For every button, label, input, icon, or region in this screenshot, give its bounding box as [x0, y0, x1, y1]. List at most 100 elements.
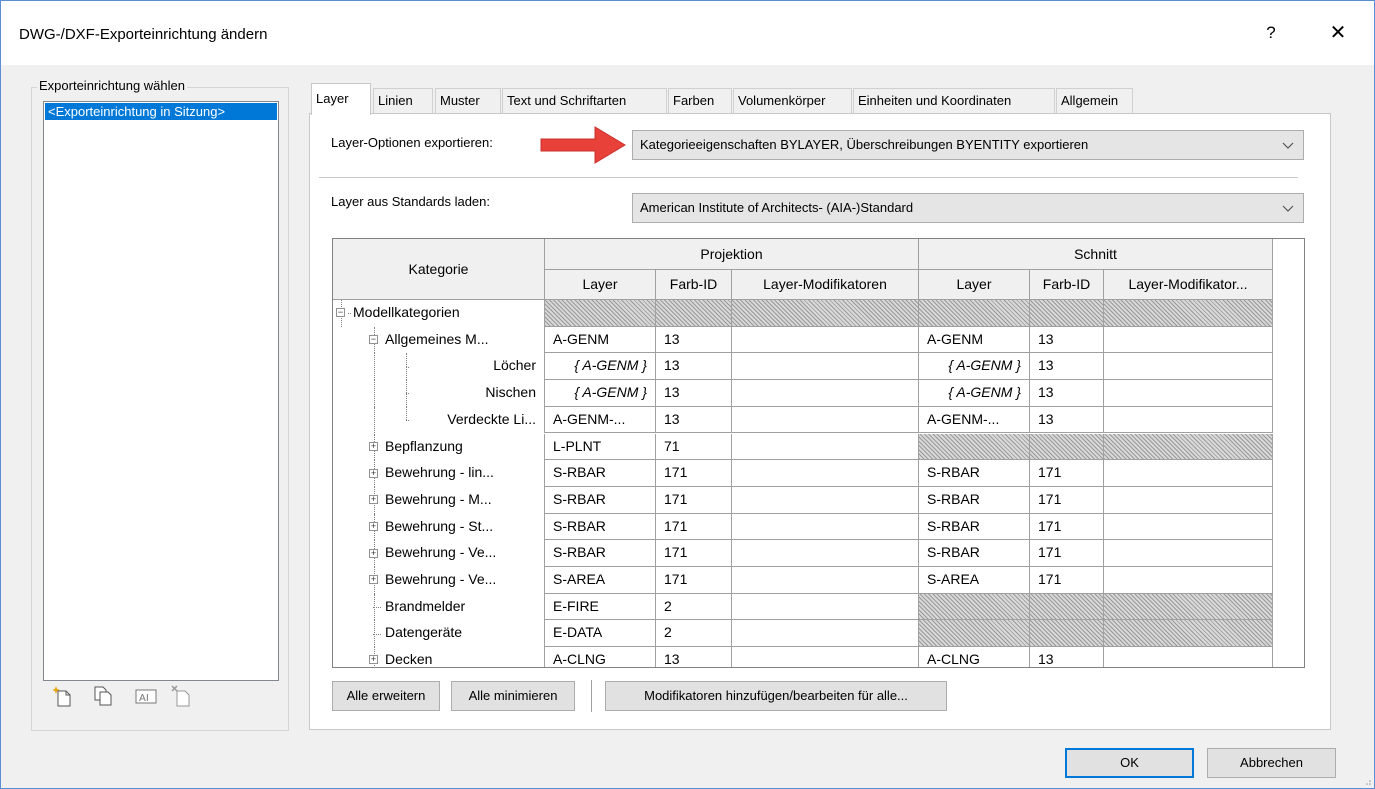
category-cell[interactable]: Bepflanzung: [333, 433, 545, 461]
table-row[interactable]: + Bewehrung - Ve... S-RBAR 171 S-RBAR 171: [333, 540, 1273, 567]
grid-cell[interactable]: [732, 460, 919, 487]
grid-cell[interactable]: [656, 300, 732, 327]
category-cell[interactable]: Decken: [333, 647, 545, 667]
grid-cell[interactable]: [1104, 567, 1273, 594]
grid-cell[interactable]: L-PLNT: [545, 433, 656, 461]
resize-grip-icon[interactable]: [1362, 776, 1372, 786]
new-setup-icon[interactable]: [52, 685, 73, 707]
grid-cell[interactable]: A-GENM: [919, 326, 1030, 354]
grid-cell[interactable]: 13: [1030, 647, 1104, 667]
grid-cell[interactable]: [1030, 300, 1104, 327]
category-cell[interactable]: Bewehrung - St...: [333, 513, 545, 541]
cancel-button[interactable]: Abbrechen: [1207, 748, 1336, 778]
grid-cell[interactable]: [732, 353, 919, 381]
grid-cell[interactable]: [732, 540, 919, 567]
table-row[interactable]: + Bewehrung - Ve... S-AREA 171 S-AREA 171: [333, 567, 1273, 594]
grid-cell[interactable]: [1104, 486, 1273, 514]
grid-cell[interactable]: [1104, 647, 1273, 667]
grid-cell[interactable]: A-CLNG: [545, 647, 656, 667]
table-row[interactable]: Datengeräte E-DATA 2: [333, 620, 1273, 648]
grid-cell[interactable]: 171: [656, 486, 732, 514]
grid-cell[interactable]: 13: [1030, 406, 1104, 434]
ok-button[interactable]: OK: [1065, 748, 1194, 778]
grid-cell[interactable]: 13: [1030, 326, 1104, 354]
grid-cell[interactable]: [545, 300, 656, 327]
grid-cell[interactable]: S-RBAR: [919, 540, 1030, 567]
grid-cell[interactable]: [1030, 620, 1104, 648]
grid-cell[interactable]: [1104, 353, 1273, 381]
delete-setup-icon[interactable]: [171, 685, 191, 707]
category-cell[interactable]: Modellkategorien: [333, 300, 545, 327]
layer-mapping-grid[interactable]: Kategorie Projektion Schnitt Layer Farb-…: [332, 238, 1305, 668]
tab-farben[interactable]: Farben: [668, 88, 732, 113]
grid-cell[interactable]: S-RBAR: [919, 460, 1030, 487]
grid-cell[interactable]: 171: [1030, 540, 1104, 567]
table-row[interactable]: Nischen { A-GENM } 13 { A-GENM } 13: [333, 380, 1273, 407]
grid-cell[interactable]: [732, 300, 919, 327]
grid-cell[interactable]: [1030, 593, 1104, 621]
expand-all-button[interactable]: Alle erweitern: [332, 681, 440, 711]
grid-cell[interactable]: [1104, 593, 1273, 621]
grid-cell[interactable]: S-RBAR: [545, 540, 656, 567]
grid-cell[interactable]: [919, 620, 1030, 648]
grid-cell[interactable]: 2: [656, 620, 732, 648]
grid-cell[interactable]: 13: [656, 647, 732, 667]
table-row[interactable]: + Bewehrung - M... S-RBAR 171 S-RBAR 171: [333, 486, 1273, 514]
header-proj-modifikatoren[interactable]: Layer-Modifikatoren: [732, 270, 919, 300]
category-cell[interactable]: Löcher: [333, 353, 545, 381]
grid-cell[interactable]: E-DATA: [545, 620, 656, 648]
category-cell[interactable]: Brandmelder: [333, 593, 545, 621]
grid-cell[interactable]: S-RBAR: [545, 513, 656, 541]
tab-muster[interactable]: Muster: [435, 88, 501, 113]
help-button[interactable]: ?: [1259, 19, 1283, 47]
tab-linien[interactable]: Linien: [373, 88, 433, 113]
grid-cell[interactable]: 13: [656, 353, 732, 381]
table-row[interactable]: Verdeckte Li... A-GENM-... 13 A-GENM-... 13: [333, 406, 1273, 434]
table-row[interactable]: + Decken A-CLNG 13 A-CLNG 13: [333, 647, 1273, 667]
grid-cell[interactable]: [1104, 380, 1273, 407]
layer-options-dropdown[interactable]: Kategorieeigenschaften BYLAYER, Überschr…: [632, 130, 1304, 160]
category-cell[interactable]: Nischen: [333, 380, 545, 407]
grid-cell[interactable]: 171: [1030, 460, 1104, 487]
grid-cell[interactable]: [1104, 513, 1273, 541]
grid-cell[interactable]: 13: [1030, 380, 1104, 407]
grid-cell[interactable]: A-GENM: [545, 326, 656, 354]
tab-volumenkoerper[interactable]: Volumenkörper: [733, 88, 852, 113]
table-row[interactable]: − Allgemeines M... A-GENM 13 A-GENM 13: [333, 326, 1273, 354]
category-cell[interactable]: Bewehrung - lin...: [333, 460, 545, 487]
grid-cell[interactable]: [732, 567, 919, 594]
grid-cell[interactable]: 171: [1030, 513, 1104, 541]
header-cut-farbid[interactable]: Farb-ID: [1030, 270, 1104, 300]
grid-cell[interactable]: 71: [656, 433, 732, 461]
grid-cell[interactable]: 13: [1030, 353, 1104, 381]
rename-setup-icon[interactable]: AI: [135, 685, 157, 707]
grid-cell[interactable]: [1104, 540, 1273, 567]
table-row[interactable]: + Bepflanzung L-PLNT 71: [333, 433, 1273, 461]
grid-cell[interactable]: [732, 433, 919, 461]
grid-cell[interactable]: [732, 380, 919, 407]
grid-cell[interactable]: [732, 513, 919, 541]
tab-layer[interactable]: Layer: [311, 83, 371, 115]
grid-cell[interactable]: { A-GENM }: [919, 353, 1030, 381]
setup-list[interactable]: <Exporteinrichtung in Sitzung>: [43, 101, 279, 681]
grid-cell[interactable]: { A-GENM }: [919, 380, 1030, 407]
grid-cell[interactable]: 13: [656, 406, 732, 434]
grid-cell[interactable]: [732, 620, 919, 648]
grid-cell[interactable]: S-RBAR: [919, 486, 1030, 514]
grid-cell[interactable]: [1104, 620, 1273, 648]
duplicate-setup-icon[interactable]: [93, 685, 113, 707]
grid-cell[interactable]: A-GENM-...: [545, 406, 656, 434]
grid-cell[interactable]: 2: [656, 593, 732, 621]
grid-cell[interactable]: [1104, 460, 1273, 487]
grid-cell[interactable]: 171: [656, 513, 732, 541]
grid-cell[interactable]: [1104, 326, 1273, 354]
grid-cell[interactable]: [919, 433, 1030, 461]
category-cell[interactable]: Bewehrung - M...: [333, 486, 545, 514]
grid-cell[interactable]: [732, 647, 919, 667]
grid-cell[interactable]: [732, 326, 919, 354]
tab-allgemein[interactable]: Allgemein: [1056, 88, 1133, 113]
grid-cell[interactable]: [1030, 433, 1104, 461]
grid-cell[interactable]: S-RBAR: [545, 460, 656, 487]
standards-dropdown[interactable]: American Institute of Architects- (AIA-)…: [632, 193, 1304, 223]
header-proj-farbid[interactable]: Farb-ID: [656, 270, 732, 300]
